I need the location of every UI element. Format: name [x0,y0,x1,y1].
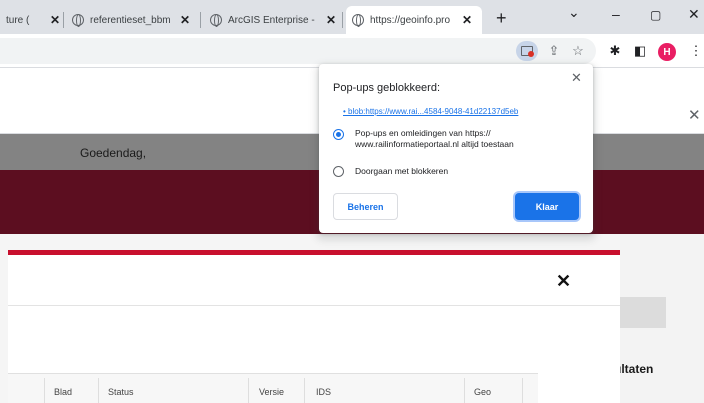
tab-1[interactable]: ture ( ✕ [0,6,60,34]
share-icon[interactable]: ⇪ [546,43,562,59]
globe-icon [352,14,364,27]
tab-4-title: https://geoinfo.pro [370,14,451,26]
tab-2-close-icon[interactable]: ✕ [180,13,190,27]
bubble-title: Pop-ups geblokkeerd: [333,82,441,94]
globe-icon [210,14,222,27]
column-header-status[interactable]: Status [108,387,134,397]
tab-3-close-icon[interactable]: ✕ [326,13,336,27]
tab-1-close-icon[interactable]: ✕ [50,13,60,27]
tab-4-close-icon[interactable]: ✕ [462,13,472,27]
bookmark-star-icon[interactable]: ☆ [570,43,586,59]
allow-popups-label[interactable]: Pop-ups en omleidingen van https:// www.… [355,128,514,150]
browser-toolbar: ⇪ ☆ ✱ ◧ H ⋮ [0,34,704,68]
side-panel-icon[interactable]: ◧ [632,43,648,59]
column-separator [44,378,45,403]
extensions-puzzle-icon[interactable]: ✱ [607,43,623,59]
keep-blocking-label[interactable]: Doorgaan met blokkeren [355,166,448,177]
greeting-text: Goedendag, [80,146,147,160]
tab-2-title: referentieset_bbm [90,14,171,26]
tab-search-dropdown-icon[interactable]: ⌄ [568,4,580,21]
tab-2[interactable]: referentieset_bbm ✕ [66,6,190,34]
blocked-popup-link[interactable]: • blob:https://www.rai...4584-9048-41d22… [343,107,518,116]
done-button[interactable]: Klaar [515,193,579,220]
menu-kebab-icon[interactable]: ⋮ [688,43,704,59]
tab-3[interactable]: ArcGIS Enterprise - ✕ [204,6,336,34]
minimize-button[interactable]: – [612,6,620,22]
tab-1-title: ture ( [6,14,30,26]
side-panel-box [620,297,666,328]
column-separator [98,378,99,403]
window-close-button[interactable]: ✕ [688,6,700,23]
tab-4-active[interactable]: https://geoinfo.pro ✕ [346,6,482,34]
infobar-close-icon[interactable]: ✕ [688,106,701,124]
column-separator [248,378,249,403]
dialog-divider [8,305,620,306]
manage-button[interactable]: Beheren [333,193,398,220]
column-separator [304,378,305,403]
tab-separator [63,12,64,28]
page-dialog: ✕ Blad Status Versie IDS Geo [8,250,620,403]
column-separator [522,378,523,403]
profile-avatar[interactable]: H [658,43,676,61]
column-header-versie[interactable]: Versie [259,387,284,397]
popup-blocked-icon[interactable] [516,41,538,61]
column-header-blad[interactable]: Blad [54,387,72,397]
allow-popups-radio[interactable] [333,129,344,140]
new-tab-button[interactable]: + [496,8,507,29]
dialog-close-icon[interactable]: ✕ [556,271,571,292]
table-header: Blad Status Versie IDS Geo [8,373,538,403]
keep-blocking-radio[interactable] [333,166,344,177]
tab-separator [342,12,343,28]
tab-strip: ture ( ✕ referentieset_bbm ✕ ArcGIS Ente… [0,0,704,34]
address-bar[interactable] [0,38,596,64]
column-header-geo[interactable]: Geo [474,387,491,397]
tab-3-title: ArcGIS Enterprise - [228,14,315,26]
bubble-close-icon[interactable]: ✕ [571,70,582,86]
column-separator [464,378,465,403]
column-header-ids[interactable]: IDS [316,387,331,397]
globe-icon [72,14,84,27]
maximize-button[interactable]: ▢ [650,8,661,22]
tab-separator [200,12,201,28]
popup-blocked-bubble: Pop-ups geblokkeerd: ✕ • blob:https://ww… [319,64,593,233]
